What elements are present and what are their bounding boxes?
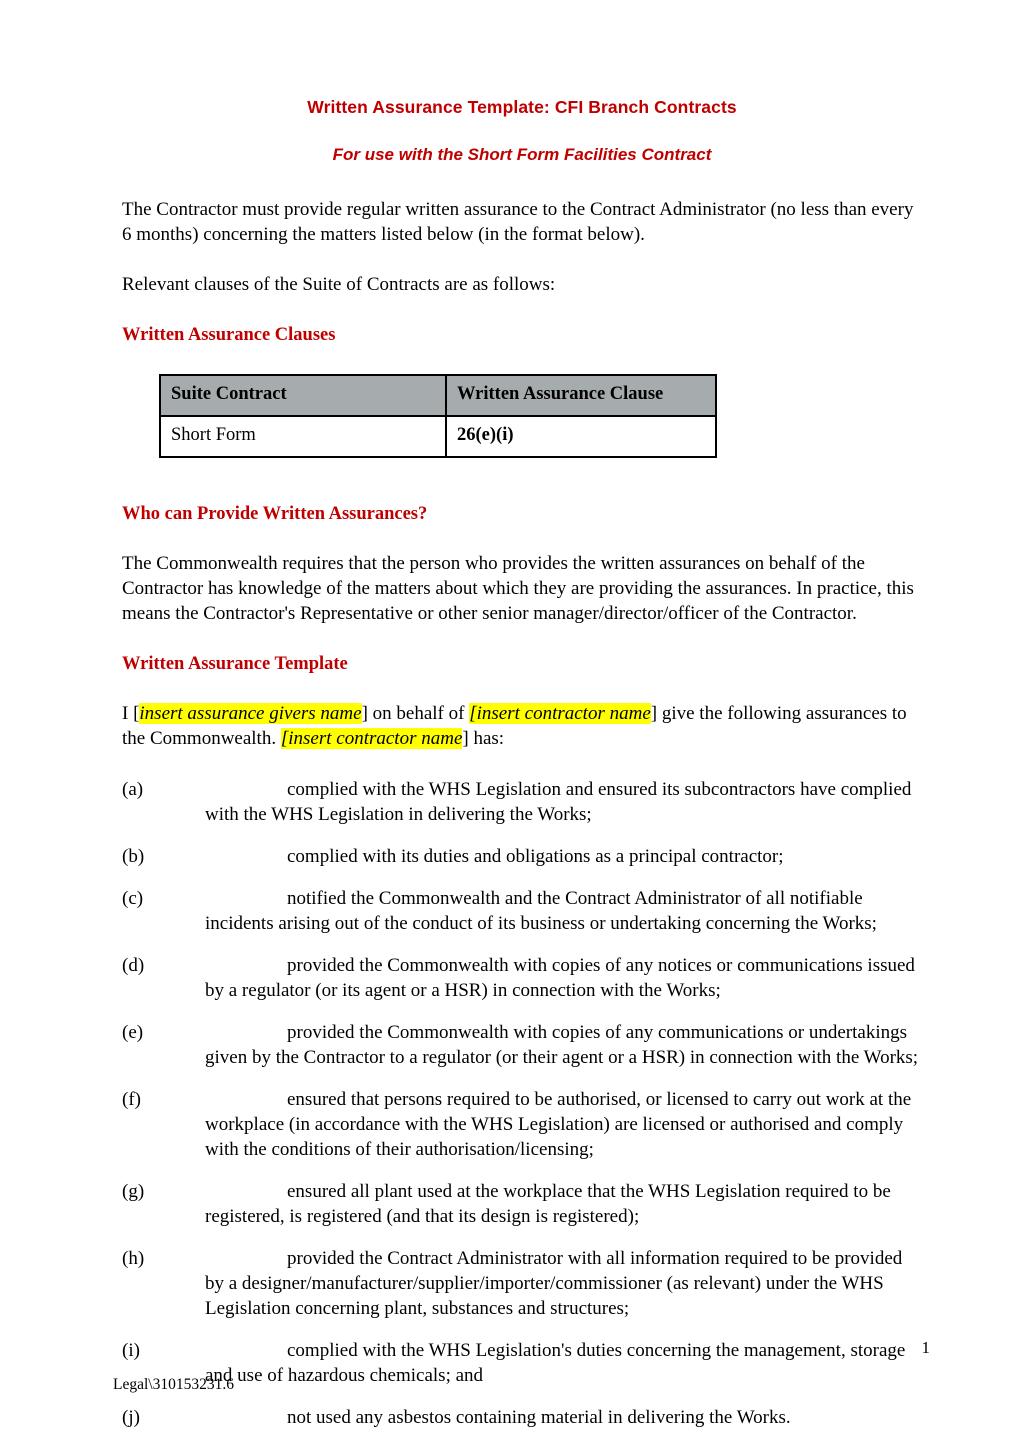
list-item-marker: (e) <box>122 1021 144 1043</box>
page-subtitle: For use with the Short Form Facilities C… <box>332 145 712 165</box>
list-item-text: complied with its duties and obligations… <box>287 845 784 867</box>
list-item-marker: (c) <box>122 887 144 909</box>
heading-written-assurance-clauses: Written Assurance Clauses <box>122 324 336 345</box>
list-item-marker: (d) <box>122 954 145 976</box>
table-header-written-assurance-clause: Written Assurance Clause <box>445 373 717 417</box>
document-content: Written Assurance Template: CFI Branch C… <box>122 0 922 1443</box>
list-item: (f) ensured that persons required to be a… <box>122 1087 922 1162</box>
table-cell-suite-contract: Short Form <box>159 414 447 458</box>
template-text-part-1: I [ <box>122 702 140 724</box>
table-row: Short Form 26(e)(i) <box>159 414 717 458</box>
placeholder-contractor-name-2: [insert contractor name <box>280 727 463 749</box>
list-item-marker: (a) <box>122 778 144 800</box>
list-item-text: notified the Commonwealth and the Contra… <box>205 887 877 934</box>
list-item-text: provided the Commonwealth with copies of… <box>205 1021 919 1068</box>
list-item: (h) provided the Contract Administrator w… <box>122 1246 922 1321</box>
list-item: (b) complied with its duties and obligati… <box>122 844 922 869</box>
list-item-marker: (j) <box>122 1406 140 1428</box>
list-item-marker: (b) <box>122 845 145 867</box>
assurance-list: (a) complied with the WHS Legislation and… <box>122 777 922 1430</box>
list-item-text: provided the Commonwealth with copies of… <box>205 954 915 1001</box>
footer-reference: Legal\310153231.6 <box>113 1376 234 1393</box>
table-header-suite-contract: Suite Contract <box>159 373 447 417</box>
table-header-row: Suite Contract Written Assurance Clause <box>159 373 717 417</box>
list-item-text: complied with the WHS Legislation and en… <box>205 778 912 825</box>
placeholder-assurance-givers-name: insert assurance givers name <box>139 702 362 724</box>
placeholder-contractor-name-1: [insert contractor name <box>469 702 651 724</box>
list-item-marker: (g) <box>122 1180 145 1202</box>
list-item-text: ensured that persons required to be auth… <box>205 1088 912 1160</box>
table-cell-assurance-clause: 26(e)(i) <box>445 414 717 458</box>
list-item: (a) complied with the WHS Legislation and… <box>122 777 922 827</box>
list-item-text: provided the Contract Administrator with… <box>205 1247 903 1319</box>
list-item-text: ensured all plant used at the workplace … <box>205 1180 891 1227</box>
heading-written-assurance-template: Written Assurance Template <box>122 653 348 674</box>
page-number: 1 <box>921 1338 931 1357</box>
template-paragraph: I [insert assurance givers name] on beha… <box>122 701 922 751</box>
clause-table: Suite Contract Written Assurance Clause … <box>159 373 717 458</box>
list-item-marker: (f) <box>122 1088 141 1110</box>
template-text-part-2: ] on behalf of <box>361 702 470 724</box>
list-item-marker: (h) <box>122 1247 145 1269</box>
list-item: (d) provided the Commonwealth with copies… <box>122 953 922 1003</box>
page-title: Written Assurance Template: CFI Branch C… <box>307 97 737 117</box>
heading-who-can-provide: Who can Provide Written Assurances? <box>122 503 428 524</box>
clause-table-wrapper: Suite Contract Written Assurance Clause … <box>122 347 922 458</box>
list-item: (c) notified the Commonwealth and the Con… <box>122 886 922 936</box>
list-item: (g) ensured all plant used at the workpla… <box>122 1179 922 1229</box>
intro-paragraph: The Contractor must provide regular writ… <box>122 198 914 245</box>
list-item-text: not used any asbestos containing materia… <box>287 1406 791 1428</box>
list-item: (j) not used any asbestos containing mate… <box>122 1405 922 1430</box>
relevant-clauses-paragraph: Relevant clauses of the Suite of Contrac… <box>122 273 556 295</box>
who-can-provide-paragraph: The Commonwealth requires that the perso… <box>122 552 914 624</box>
list-item: (e) provided the Commonwealth with copies… <box>122 1020 922 1070</box>
template-text-part-4: ] has: <box>462 727 505 749</box>
document-page: Written Assurance Template: CFI Branch C… <box>0 0 1020 1443</box>
